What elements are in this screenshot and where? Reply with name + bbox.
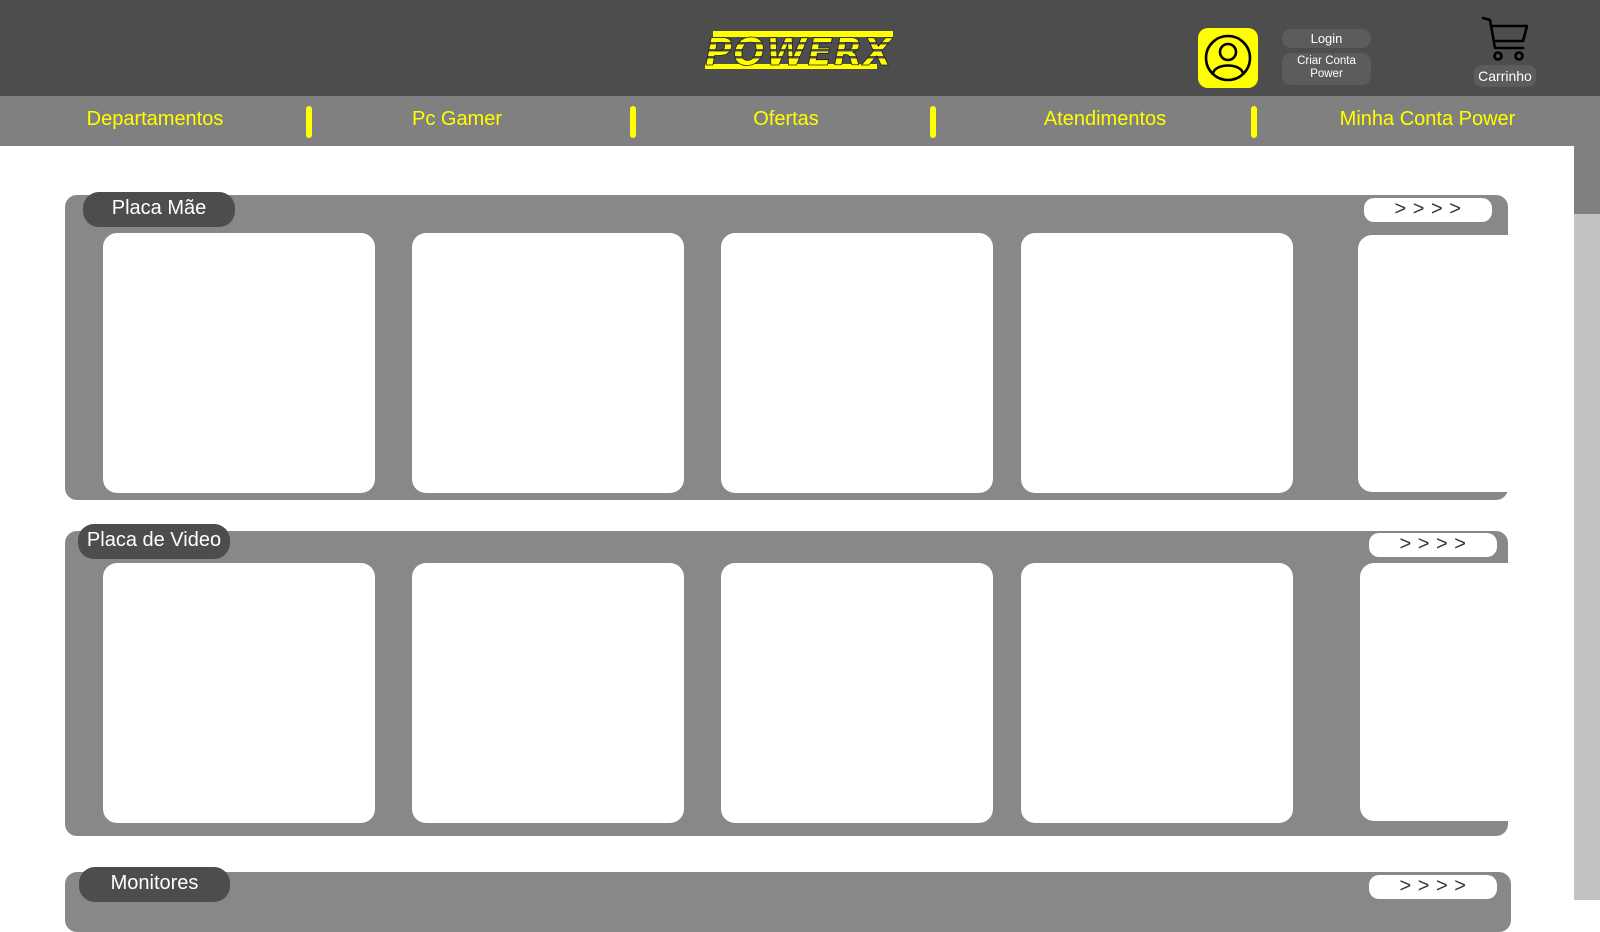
nav-item-ofertas[interactable]: Ofertas: [716, 96, 856, 146]
create-account-label-line2: Power: [1310, 68, 1343, 80]
login-button[interactable]: Login: [1282, 29, 1371, 48]
section-placa-mae: Placa Mãe > > > >: [65, 192, 1508, 500]
scrollbar-thumb[interactable]: [1574, 146, 1600, 214]
scroll-next-button[interactable]: > > > >: [1369, 533, 1497, 557]
section-title: Placa de Video: [78, 524, 230, 559]
nav-separator: [306, 106, 312, 138]
create-account-label-line1: Criar Conta: [1297, 55, 1356, 67]
product-card[interactable]: [412, 233, 684, 493]
user-circle-icon: [1204, 34, 1252, 82]
scroll-next-button[interactable]: > > > >: [1369, 875, 1497, 899]
nav-separator: [630, 106, 636, 138]
powerx-logo[interactable]: POWERX POWERX: [705, 31, 893, 71]
product-card[interactable]: [1360, 563, 1508, 821]
cart-label: Carrinho: [1474, 65, 1536, 87]
product-card[interactable]: [721, 233, 993, 493]
create-account-button[interactable]: Criar Conta Power: [1282, 53, 1371, 85]
nav-item-departamentos[interactable]: Departamentos: [60, 96, 250, 146]
cart-button[interactable]: Carrinho: [1470, 12, 1540, 88]
nav-separator: [1251, 106, 1257, 138]
main-nav: Departamentos Pc Gamer Ofertas Atendimen…: [0, 96, 1600, 146]
site-header: POWERX POWERX Login Criar Conta Power: [0, 0, 1600, 96]
section-title: Monitores: [79, 867, 230, 902]
scroll-next-button[interactable]: > > > >: [1364, 198, 1492, 222]
nav-separator: [930, 106, 936, 138]
product-card[interactable]: [412, 563, 684, 823]
shopping-cart-icon: [1481, 16, 1529, 61]
product-card[interactable]: [721, 563, 993, 823]
nav-item-minha-conta-power[interactable]: Minha Conta Power: [1320, 96, 1535, 146]
section-monitores: Monitores > > > >: [65, 867, 1511, 932]
section-placa-de-video: Placa de Video > > > >: [65, 524, 1508, 836]
nav-item-atendimentos[interactable]: Atendimentos: [1020, 96, 1190, 146]
profile-button[interactable]: [1198, 28, 1258, 88]
svg-text:POWERX: POWERX: [705, 31, 893, 71]
product-card[interactable]: [1021, 563, 1293, 823]
product-card[interactable]: [1021, 233, 1293, 493]
section-title: Placa Mãe: [83, 192, 235, 227]
nav-item-pc-gamer[interactable]: Pc Gamer: [377, 96, 537, 146]
page-scrollbar[interactable]: [1574, 146, 1600, 900]
product-card[interactable]: [1358, 235, 1508, 492]
product-card[interactable]: [103, 233, 375, 493]
product-card[interactable]: [103, 563, 375, 823]
